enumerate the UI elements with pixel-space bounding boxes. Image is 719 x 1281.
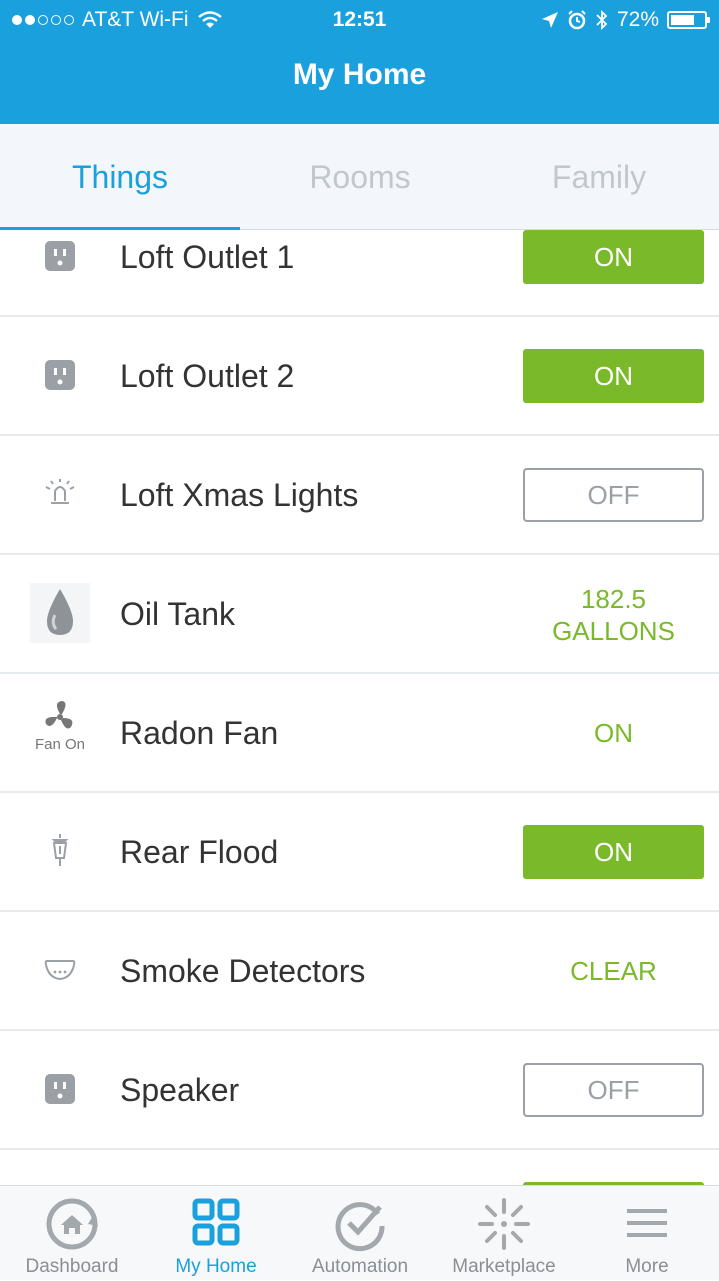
things-list: Loft Outlet 1 ON Loft Outlet 2 ON Loft X…: [0, 230, 719, 1185]
sparkle-icon: [478, 1198, 530, 1250]
switch-on-button[interactable]: ON: [523, 349, 704, 403]
thing-row[interactable]: Loft Outlet 1 ON: [0, 230, 719, 317]
thing-row[interactable]: Loft Xmas Lights OFF: [0, 436, 719, 555]
nav-label: More: [625, 1256, 669, 1277]
fan-icon: Fan On: [30, 696, 90, 756]
top-bar: AT&T Wi-Fi 12:51 72% My Home: [0, 0, 719, 124]
page-title: My Home: [292, 58, 427, 91]
nav-marketplace[interactable]: Marketplace: [432, 1186, 576, 1281]
checkmark-circle-icon: [335, 1202, 385, 1252]
battery-percent: 72%: [616, 8, 659, 31]
grid-icon: [192, 1198, 240, 1246]
nav-dashboard[interactable]: Dashboard: [0, 1186, 144, 1281]
thing-row[interactable]: Rear Flood ON: [0, 793, 719, 912]
switch-on-button[interactable]: ON: [523, 825, 704, 879]
nav-label: Automation: [311, 1256, 409, 1277]
thing-name: Smoke Detectors: [120, 953, 366, 989]
segment-tabs: Things Rooms Family: [0, 124, 719, 231]
tab-family[interactable]: Family: [479, 124, 719, 230]
switch-on-button[interactable]: ON: [523, 230, 704, 284]
tank-level-number: 182.5: [580, 584, 647, 614]
outlet-icon: [30, 230, 90, 286]
status-right: 72%: [541, 8, 710, 32]
thing-name: Loft Outlet 2: [120, 358, 295, 394]
thing-name: Loft Outlet 1: [120, 239, 295, 275]
battery-icon: [667, 11, 710, 29]
nav-label: Marketplace: [452, 1256, 556, 1277]
thing-row[interactable]: Loft Outlet 2 ON: [0, 317, 719, 436]
location-arrow-icon: [541, 12, 558, 28]
smoke-status-value: CLEAR: [570, 956, 657, 986]
thing-name: Rear Flood: [120, 834, 279, 870]
nav-label: My Home: [175, 1256, 257, 1277]
tank-level-unit: GALLONS: [552, 616, 675, 646]
tab-rooms[interactable]: Rooms: [240, 124, 480, 230]
tab-things[interactable]: Things: [0, 124, 240, 231]
fan-status-caption: Fan On: [34, 735, 86, 753]
outlet-icon: [30, 345, 90, 405]
tank-level-value: 182.5 GALLONS: [523, 583, 704, 647]
nav-label: Dashboard: [25, 1256, 119, 1277]
outlet-icon: [30, 1059, 90, 1119]
nav-automation[interactable]: Automation: [288, 1186, 432, 1281]
thing-name: Oil Tank: [120, 596, 236, 632]
fan-state-value: ON: [594, 718, 633, 748]
light-bulb-icon: [30, 464, 90, 524]
bottom-nav: Dashboard My Home Automation Marketplace…: [0, 1185, 719, 1280]
thing-row[interactable]: Speaker OFF: [0, 1031, 719, 1150]
nav-my-home[interactable]: My Home: [144, 1186, 288, 1281]
thing-row-partial[interactable]: [0, 1150, 719, 1185]
nav-more[interactable]: More: [575, 1186, 719, 1281]
thing-row[interactable]: Oil Tank 182.5 GALLONS: [0, 555, 719, 674]
thing-name: Speaker: [120, 1072, 240, 1108]
switch-off-button[interactable]: OFF: [523, 1063, 704, 1117]
thing-row[interactable]: Fan On Radon Fan ON: [0, 674, 719, 793]
smoke-detector-icon: [30, 940, 90, 1000]
hamburger-menu-icon: [627, 1209, 667, 1237]
thing-row[interactable]: Smoke Detectors CLEAR: [0, 912, 719, 1031]
switch-off-button[interactable]: OFF: [523, 468, 704, 522]
alarm-clock-icon: [568, 10, 586, 30]
dashboard-home-icon: [46, 1198, 98, 1250]
oil-drop-icon: [30, 583, 90, 643]
battery-level: [671, 15, 694, 25]
bluetooth-icon: [596, 9, 608, 31]
thing-name: Radon Fan: [120, 715, 279, 751]
status-bar: AT&T Wi-Fi 12:51 72%: [0, 0, 719, 40]
thing-name: Loft Xmas Lights: [120, 477, 359, 513]
lantern-icon: [30, 821, 90, 881]
